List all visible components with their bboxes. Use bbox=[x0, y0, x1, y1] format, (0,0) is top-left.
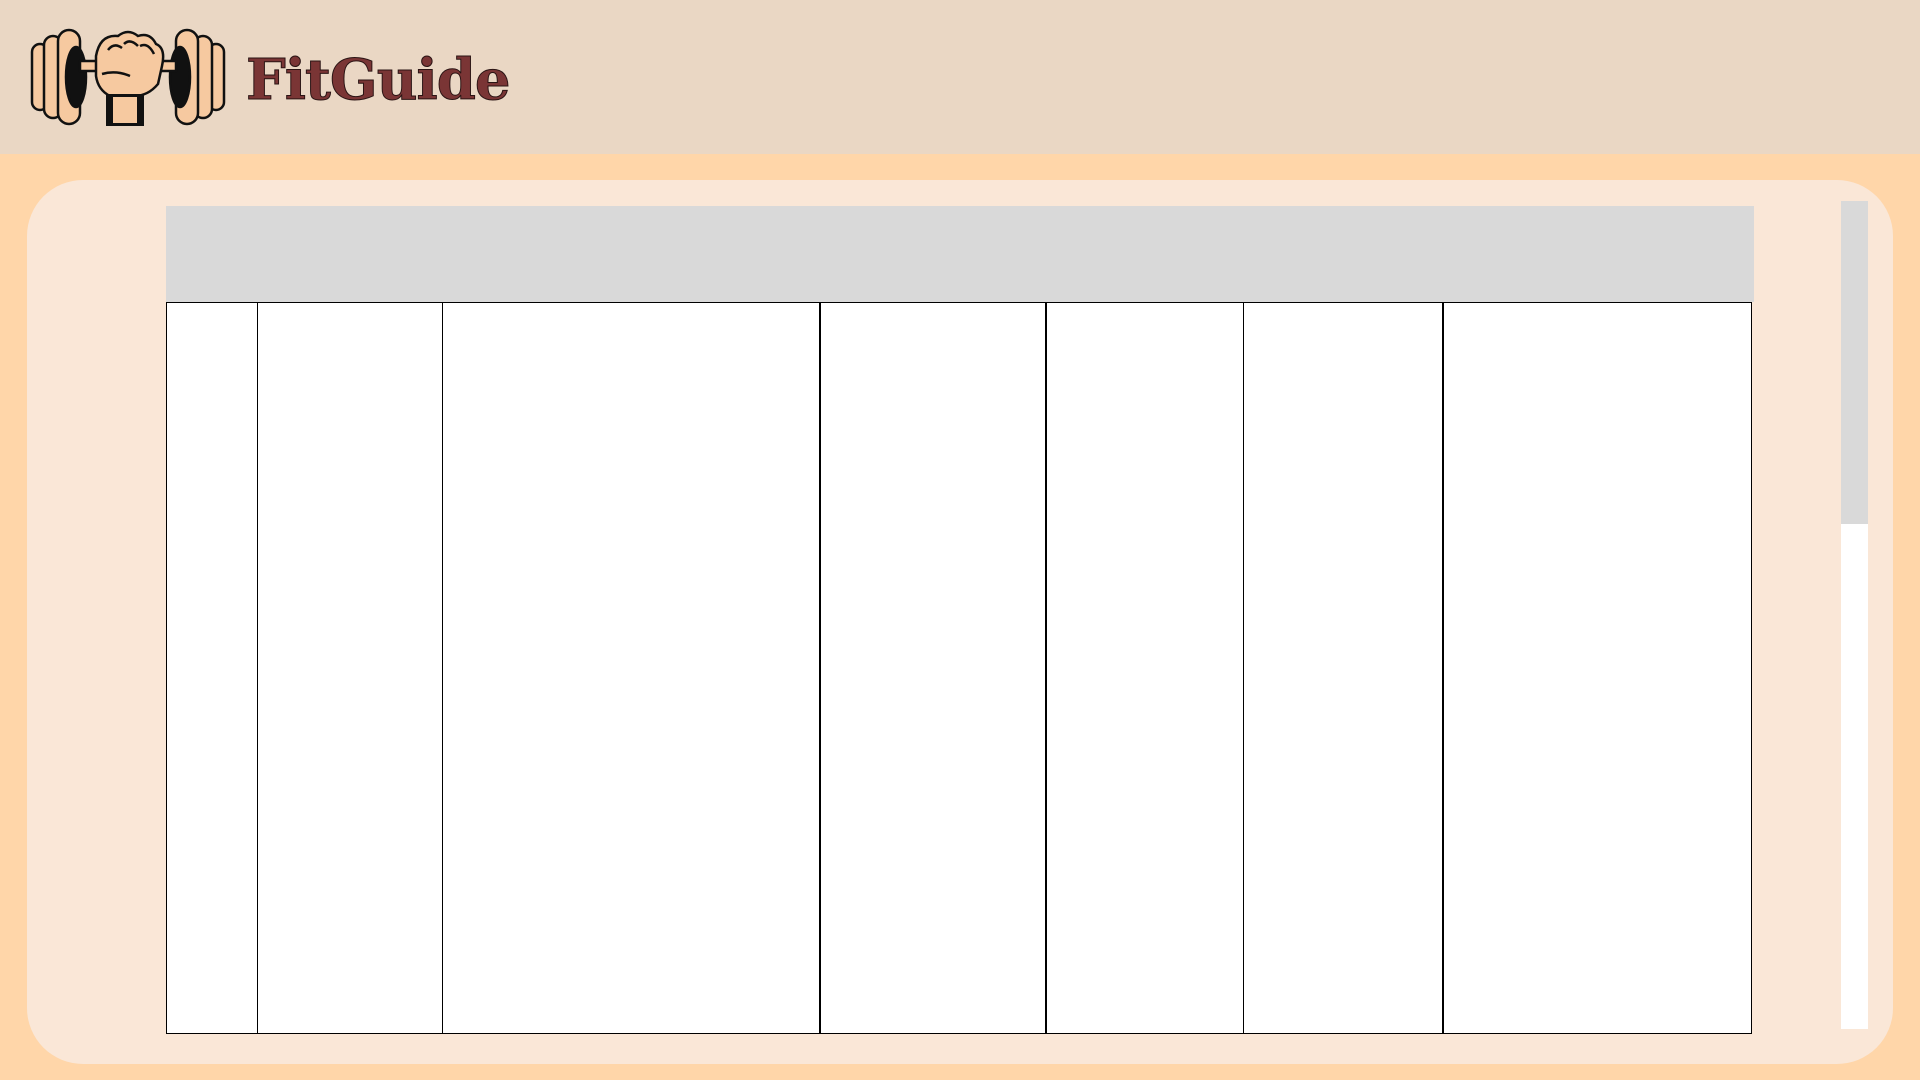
table-header-row bbox=[166, 206, 1754, 302]
data-table bbox=[166, 206, 1754, 1036]
dumbbell-fist-icon[interactable] bbox=[30, 26, 226, 128]
brand-name[interactable]: FitGuide bbox=[246, 44, 511, 116]
table-column-5[interactable] bbox=[1046, 302, 1245, 1034]
table-column-7[interactable] bbox=[1443, 302, 1752, 1034]
table-column-2[interactable] bbox=[257, 302, 444, 1034]
vertical-scrollbar[interactable] bbox=[1841, 201, 1868, 1029]
table-column-6[interactable] bbox=[1243, 302, 1443, 1034]
table-body bbox=[166, 302, 1754, 1036]
table-column-3[interactable] bbox=[442, 302, 820, 1034]
scrollbar-thumb[interactable] bbox=[1841, 201, 1868, 524]
table-column-1[interactable] bbox=[166, 302, 259, 1034]
app-header: FitGuide bbox=[0, 0, 1920, 154]
table-column-4[interactable] bbox=[820, 302, 1046, 1034]
